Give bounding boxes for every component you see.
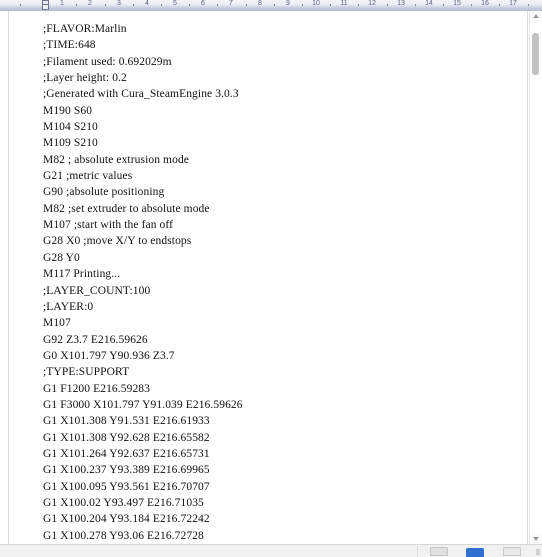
ruler-number: 5 — [173, 0, 177, 7]
ruler-minor-tick — [358, 4, 359, 6]
gcode-line: ;Layer height: 0.2 — [43, 72, 127, 85]
taskbar[interactable] — [0, 544, 542, 557]
ruler-minor-tick — [133, 4, 134, 6]
left-indent-marker-icon[interactable] — [42, 4, 49, 10]
ruler-number: 13 — [397, 0, 405, 7]
ruler-minor-tick — [415, 4, 416, 6]
gcode-line: ;LAYER_COUNT:100 — [43, 284, 151, 297]
ruler-minor-tick — [528, 4, 529, 6]
gcode-line: ;TIME:648 — [43, 39, 96, 52]
gcode-line: G1 F3000 X101.797 Y91.039 E216.59626 — [43, 398, 243, 411]
taskbar-window-button[interactable] — [430, 547, 448, 556]
gcode-line: G0 X101.797 Y90.936 Z3.7 — [43, 349, 175, 362]
gcode-line: G21 ;metric values — [43, 170, 133, 183]
ruler-number: 14 — [425, 0, 433, 7]
gcode-line: G28 X0 ;move X/Y to endstops — [43, 235, 192, 248]
ruler-minor-tick — [76, 4, 77, 6]
gcode-line: G1 X101.264 Y92.637 E216.65731 — [43, 447, 210, 460]
ruler-minor-tick — [105, 4, 106, 6]
gcode-line: M82 ; absolute extrusion mode — [43, 153, 189, 166]
vertical-scrollbar[interactable] — [529, 11, 542, 544]
ruler-number: 15 — [453, 0, 461, 7]
gcode-line: G1 X100.278 Y93.06 E216.72728 — [43, 529, 204, 542]
gcode-line: M109 S210 — [43, 137, 98, 150]
gcode-line: G1 X100.237 Y93.389 E216.69965 — [43, 464, 210, 477]
scroll-up-arrow-icon[interactable] — [530, 11, 542, 22]
taskbar-divider — [417, 546, 418, 557]
ruler-number: 17 — [509, 0, 517, 7]
ruler-minor-tick — [274, 4, 275, 6]
ruler-number: 3 — [117, 0, 121, 7]
ruler-minor-tick — [20, 4, 21, 6]
gcode-text-content[interactable]: ;FLAVOR:Marlin ;TIME:648 ;Filament used: 0… — [43, 21, 513, 544]
ruler-minor-tick — [387, 4, 388, 6]
ruler-minor-tick — [217, 4, 218, 6]
ruler-minor-tick — [302, 4, 303, 6]
gcode-line: ;LAYER:0 — [43, 300, 94, 313]
gcode-line: G1 F1200 E216.59283 — [43, 382, 151, 395]
gcode-line: G1 X101.308 Y92.628 E216.65582 — [43, 431, 210, 444]
ruler-number: 11 — [340, 0, 348, 7]
ruler-number: 10 — [312, 0, 320, 7]
ruler-tick-strip: 1 2 3 4 5 6 7 8 9 10 11 12 13 14 15 16 17 — [0, 0, 542, 11]
ruler-number: 2 — [88, 0, 92, 7]
gcode-line: M82 ;set extruder to absolute mode — [43, 202, 210, 215]
scrollbar-thumb[interactable] — [532, 33, 539, 75]
gcode-line: G90 ;absolute positioning — [43, 186, 165, 199]
gcode-line: G1 X100.204 Y93.184 E216.72242 — [43, 513, 210, 526]
document-canvas[interactable]: ;FLAVOR:Marlin ;TIME:648 ;Filament used: 0… — [0, 11, 542, 544]
ruler-minor-tick — [246, 4, 247, 6]
gcode-line: M104 S210 — [43, 121, 98, 134]
ruler-number: 7 — [229, 0, 233, 7]
gcode-line: ;Generated with Cura_SteamEngine 3.0.3 — [43, 88, 239, 101]
gcode-line: M107 — [43, 317, 71, 330]
gcode-line: M117 Printing... — [43, 268, 121, 281]
document-page[interactable]: ;FLAVOR:Marlin ;TIME:648 ;Filament used: 0… — [8, 11, 528, 544]
ruler-minor-tick — [499, 4, 500, 6]
ruler-number: 6 — [201, 0, 205, 7]
ruler-minor-tick — [471, 4, 472, 6]
gcode-line: G1 X100.02 Y93.497 E216.71035 — [43, 496, 204, 509]
taskbar-corner-icon[interactable] — [536, 549, 540, 555]
ruler-number: 9 — [286, 0, 290, 7]
gcode-line: M190 S60 — [43, 104, 93, 117]
ruler-number: 12 — [368, 0, 376, 7]
ruler-number: 1 — [60, 0, 64, 7]
taskbar-other-window-button[interactable] — [503, 547, 521, 556]
gcode-line: G1 X101.308 Y91.531 E216.61933 — [43, 415, 210, 428]
ruler-number: 8 — [258, 0, 262, 7]
gcode-line: ;FLAVOR:Marlin — [43, 23, 127, 35]
ruler-minor-tick — [161, 4, 162, 6]
ruler-minor-tick — [330, 4, 331, 6]
gcode-line: G92 Z3.7 E216.59626 — [43, 333, 148, 346]
ruler-number: 16 — [481, 0, 489, 7]
ruler-minor-tick — [443, 4, 444, 6]
scroll-down-arrow-icon[interactable] — [530, 533, 542, 544]
ruler-minor-tick — [189, 4, 190, 6]
gcode-line: G1 X100.095 Y93.561 E216.70707 — [43, 480, 210, 493]
gcode-line: ;TYPE:SUPPORT — [43, 366, 130, 379]
ruler-number: 4 — [145, 0, 149, 7]
gcode-line: M107 ;start with the fan off — [43, 219, 174, 232]
gcode-line: G28 Y0 — [43, 251, 80, 264]
taskbar-active-window-button[interactable] — [466, 548, 484, 557]
gcode-line: ;Filament used: 0.692029m — [43, 55, 172, 68]
